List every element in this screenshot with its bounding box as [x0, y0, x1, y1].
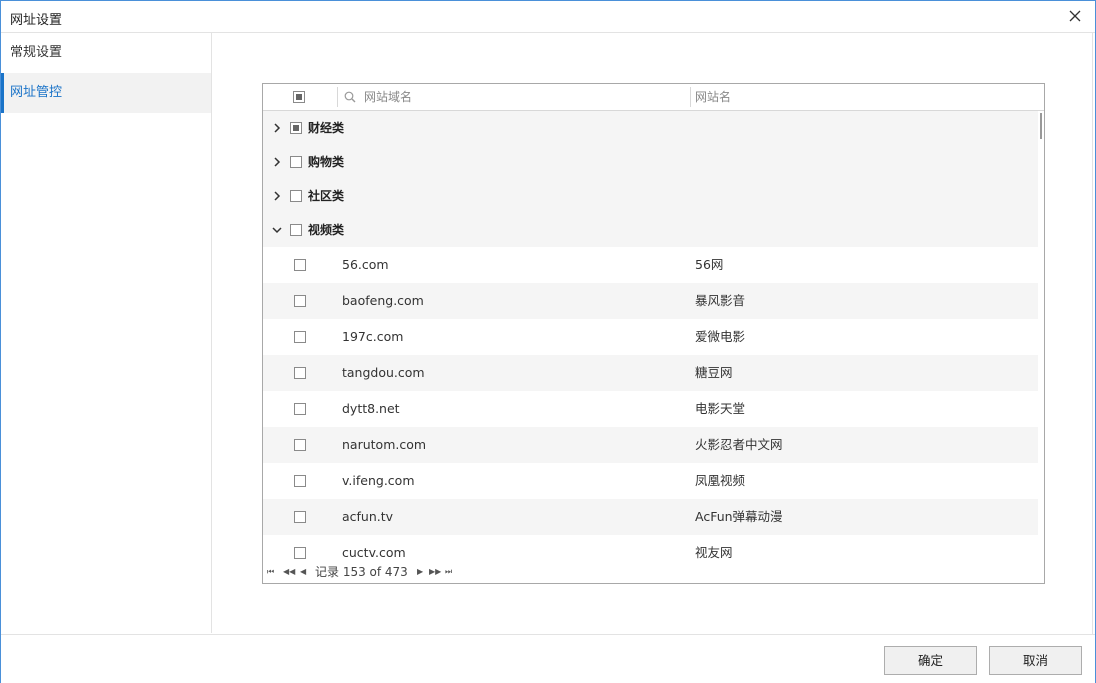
next-page-icon[interactable]: ▶	[417, 561, 423, 583]
prev-page-group-icon[interactable]: ◀◀	[283, 561, 295, 583]
row-site-name: 暴风影音	[695, 293, 746, 308]
row-checkbox[interactable]	[294, 403, 306, 415]
group-label: 购物类	[308, 155, 345, 169]
grid-body: 财经类 购物类 社区类 视频类 56.com 56网 baofeng.com 暴…	[263, 111, 1044, 559]
row-checkbox[interactable]	[294, 511, 306, 523]
row-site-name: 火影忍者中文网	[695, 437, 783, 452]
close-icon	[1069, 10, 1081, 22]
chevron-right-icon[interactable]	[272, 122, 282, 134]
cancel-button[interactable]: 取消	[989, 646, 1082, 675]
ok-button[interactable]: 确定	[884, 646, 977, 675]
chevron-right-icon[interactable]	[272, 190, 282, 202]
row-site-name: 爱微电影	[695, 329, 746, 344]
record-counter: 记录 153 of 473	[315, 565, 408, 579]
row-domain: baofeng.com	[342, 293, 424, 308]
table-row[interactable]: tangdou.com 糖豆网	[263, 355, 1038, 391]
row-checkbox[interactable]	[294, 259, 306, 271]
row-domain: dytt8.net	[342, 401, 400, 416]
table-row[interactable]: v.ifeng.com 凤凰视频	[263, 463, 1038, 499]
last-page-icon[interactable]: ⏭	[445, 561, 452, 583]
table-row[interactable]: 56.com 56网	[263, 247, 1038, 283]
row-site-name: 视友网	[695, 545, 733, 559]
group-checkbox[interactable]	[290, 224, 302, 236]
group-label: 财经类	[308, 121, 345, 135]
table-row[interactable]: narutom.com 火影忍者中文网	[263, 427, 1038, 463]
domain-search-input[interactable]: 网站域名	[364, 84, 684, 110]
group-label: 视频类	[308, 223, 345, 237]
row-domain: narutom.com	[342, 437, 427, 452]
url-tree-grid: 网站域名 网站名 财经类 购物类 社区类 视频类 56.com 56网 baof…	[262, 83, 1045, 584]
content-border	[1092, 33, 1093, 634]
row-site-name: AcFun弹幕动漫	[695, 509, 783, 524]
row-domain: tangdou.com	[342, 365, 425, 380]
vertical-scrollbar[interactable]	[1040, 113, 1042, 139]
sidebar-item-label: 网址管控	[10, 85, 63, 100]
group-checkbox[interactable]	[290, 122, 302, 134]
grid-header: 网站域名 网站名	[263, 84, 1044, 111]
close-button[interactable]	[1063, 4, 1087, 28]
group-label: 社区类	[308, 189, 345, 203]
table-row[interactable]: baofeng.com 暴风影音	[263, 283, 1038, 319]
row-checkbox[interactable]	[294, 367, 306, 379]
table-row[interactable]: cuctv.com 视友网	[263, 535, 1038, 559]
row-domain: 197c.com	[342, 329, 404, 344]
next-page-group-icon[interactable]: ▶▶	[429, 561, 441, 583]
row-site-name: 电影天堂	[695, 401, 746, 416]
header-separator	[337, 87, 338, 107]
row-checkbox[interactable]	[294, 475, 306, 487]
header-separator	[690, 87, 691, 107]
sidebar-item-url-control[interactable]: 网址管控	[1, 73, 211, 113]
row-site-name: 糖豆网	[695, 365, 733, 380]
dialog-window: 网址设置 常规设置 网址管控 网站域名 网站名 财经类 购物类 社区类 视频类 …	[0, 0, 1096, 683]
group-row-shopping[interactable]: 购物类	[263, 145, 1038, 179]
group-row-finance[interactable]: 财经类	[263, 111, 1038, 145]
sidebar-item-label: 常规设置	[10, 45, 63, 60]
chevron-right-icon[interactable]	[272, 156, 282, 168]
row-checkbox[interactable]	[294, 295, 306, 307]
row-checkbox[interactable]	[294, 331, 306, 343]
row-domain: 56.com	[342, 257, 389, 272]
row-domain: v.ifeng.com	[342, 473, 415, 488]
table-row[interactable]: acfun.tv AcFun弹幕动漫	[263, 499, 1038, 535]
table-row[interactable]: dytt8.net 电影天堂	[263, 391, 1038, 427]
row-checkbox[interactable]	[294, 547, 306, 559]
sidebar-item-general[interactable]: 常规设置	[1, 33, 211, 73]
group-row-community[interactable]: 社区类	[263, 179, 1038, 213]
group-checkbox[interactable]	[290, 190, 302, 202]
first-page-icon[interactable]: ⏮	[267, 561, 274, 583]
table-row[interactable]: 197c.com 爱微电影	[263, 319, 1038, 355]
sidebar: 常规设置 网址管控	[1, 33, 212, 633]
window-title: 网址设置	[10, 13, 63, 28]
pager: ⏮ ◀◀ ◀ 记录 153 of 473 ▶ ▶▶ ⏭	[263, 561, 1044, 583]
row-domain: acfun.tv	[342, 509, 394, 524]
chevron-down-icon[interactable]	[271, 224, 283, 236]
row-site-name: 56网	[695, 257, 724, 272]
prev-page-icon[interactable]: ◀	[300, 561, 306, 583]
row-checkbox[interactable]	[294, 439, 306, 451]
select-all-checkbox[interactable]	[293, 91, 305, 103]
title-bar: 网址设置	[1, 1, 1095, 33]
row-site-name: 凤凰视频	[695, 473, 746, 488]
group-checkbox[interactable]	[290, 156, 302, 168]
column-header-site-name[interactable]: 网站名	[695, 84, 731, 110]
group-row-video[interactable]: 视频类	[263, 213, 1038, 247]
row-domain: cuctv.com	[342, 545, 406, 559]
search-icon	[344, 91, 356, 103]
dialog-footer: 确定 取消	[1, 634, 1095, 683]
